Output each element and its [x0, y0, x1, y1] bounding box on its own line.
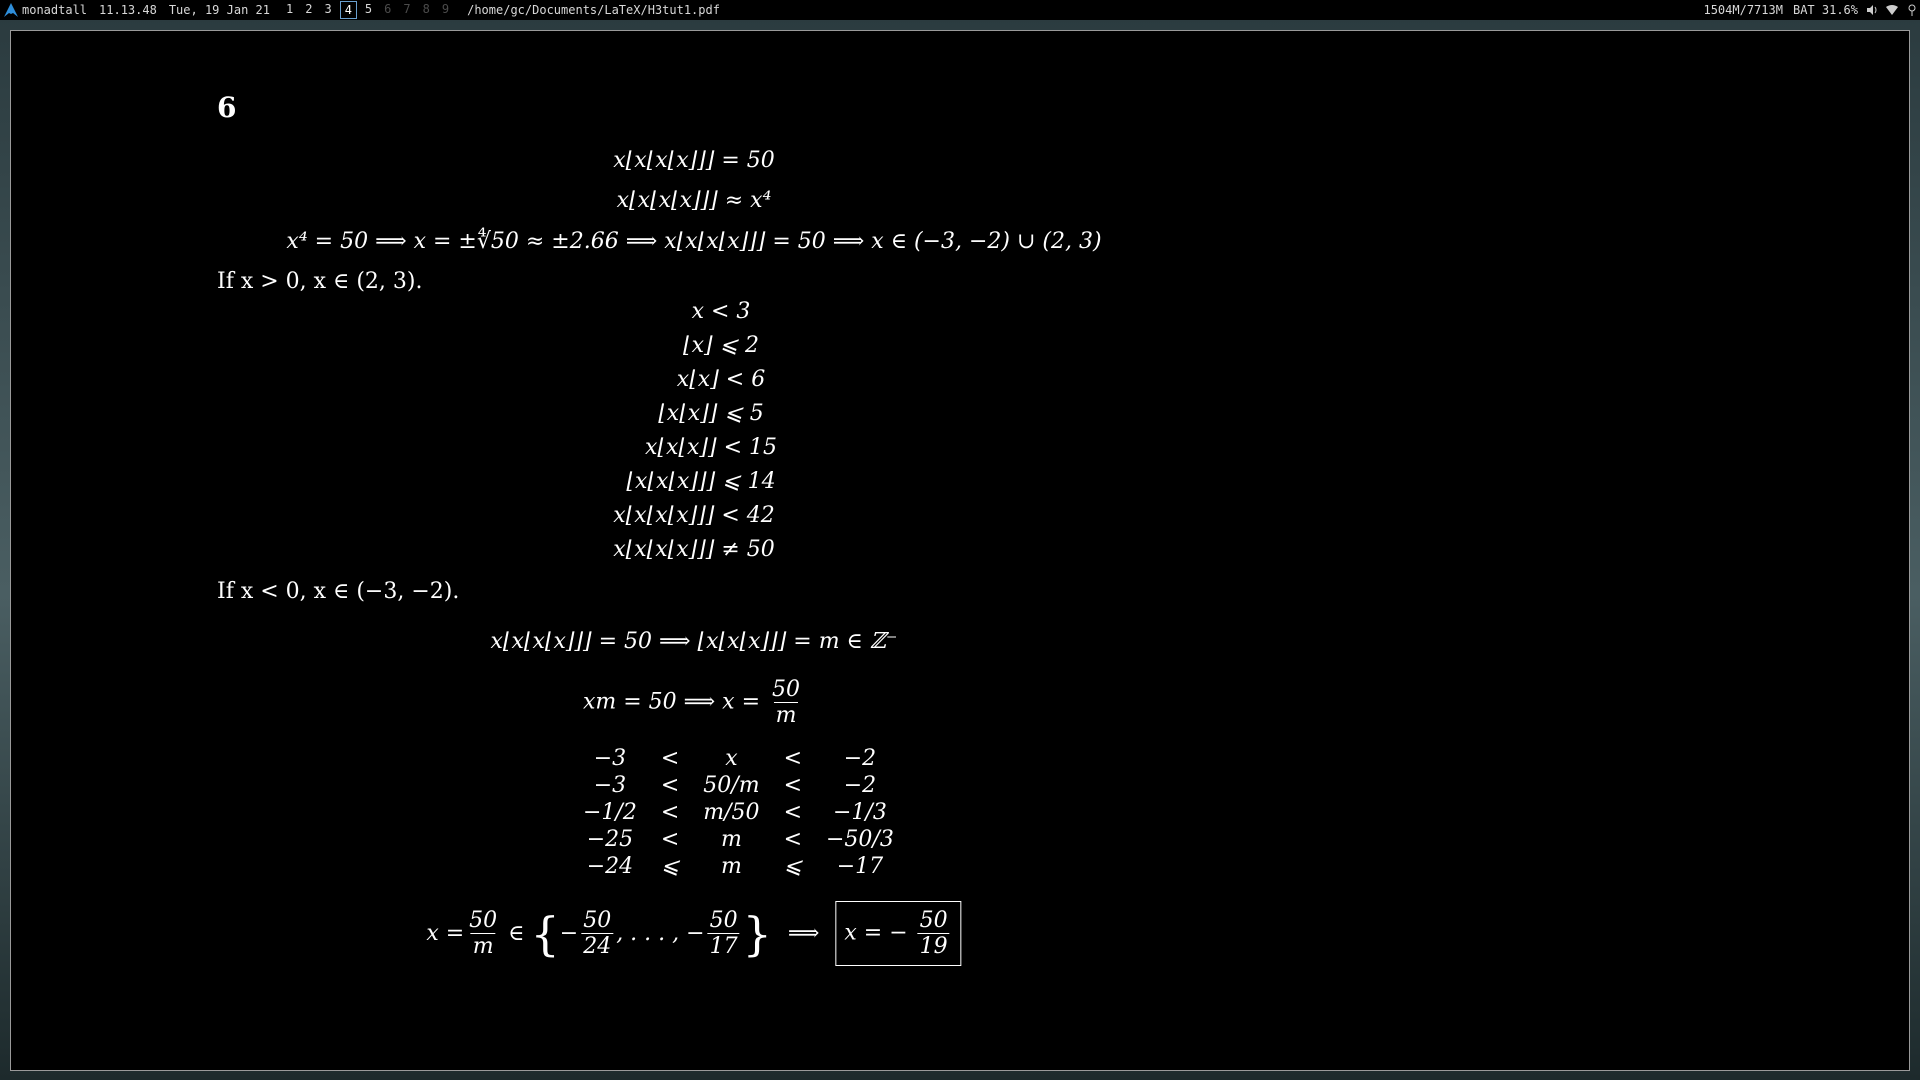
- table-cell: <: [660, 800, 680, 825]
- fraction-50-over-19: 50 19: [917, 908, 950, 959]
- table-cell: m: [720, 827, 742, 852]
- chain-step-1: x < 3: [691, 299, 751, 324]
- table-cell: <: [783, 800, 802, 825]
- window-title: /home/gc/Documents/LaTeX/H3tut1.pdf: [467, 3, 720, 17]
- fraction-50-over-24: 50 24: [581, 908, 614, 959]
- table-cell: −24: [586, 854, 634, 879]
- chain-step-7: x⌊x⌊x⌊x⌋⌋⌋ < 42: [613, 503, 775, 528]
- group-7[interactable]: 7: [399, 1, 414, 17]
- table-cell: −3: [593, 746, 627, 771]
- section-number: 6: [217, 91, 237, 124]
- chain-step-3: x⌊x⌋ < 6: [676, 367, 766, 392]
- fraction-50-over-17: 50 17: [707, 908, 740, 959]
- status-area: 1504M/7713M BAT 31.6%: [1693, 0, 1920, 20]
- chain-step-6: ⌊x⌊x⌊x⌋⌋⌋ ⩽ 14: [626, 469, 776, 494]
- table-cell: −25: [586, 827, 634, 852]
- final-x: x =: [426, 921, 465, 946]
- table-cell: ⩽: [660, 854, 680, 879]
- fraction-50-over-m: 50 m: [467, 908, 499, 959]
- boxed-answer: x = − 50 19: [835, 901, 962, 966]
- table-cell: m/50: [703, 800, 760, 825]
- volume-icon[interactable]: [1866, 4, 1878, 16]
- group-3[interactable]: 3: [320, 1, 335, 17]
- case-negative: If x < 0, x ∈ (−3, −2).: [217, 579, 460, 604]
- fraction-den: m: [470, 933, 496, 959]
- fraction-num: 50: [772, 677, 801, 702]
- group-1[interactable]: 1: [282, 1, 297, 17]
- implies-arrow: ⟹: [787, 921, 820, 946]
- equation-5-left: xm = 50 ⟹ x =: [582, 689, 761, 715]
- layout-name[interactable]: monadtall: [22, 0, 87, 20]
- table-cell: <: [660, 827, 680, 852]
- fraction-50-over-m: 50 m: [770, 677, 802, 728]
- table-row: −24 ⩽ m ⩽ −17: [571, 853, 906, 880]
- pdf-page: 6 x⌊x⌊x⌊x⌋⌋⌋ = 50 x⌊x⌊x⌊x⌋⌋⌋ ≈ x⁴ x⁴ = 5…: [11, 31, 1909, 1070]
- chain-step-4: ⌊x⌊x⌋⌋ ⩽ 5: [658, 401, 764, 426]
- date: Tue, 19 Jan 21: [168, 3, 270, 17]
- table-cell: 50/m: [703, 773, 760, 798]
- group-6[interactable]: 6: [380, 1, 395, 17]
- table-cell: −3: [593, 773, 627, 798]
- table-cell: −50/3: [826, 827, 894, 852]
- fraction-den: m: [773, 702, 799, 728]
- fraction-num: 50: [583, 908, 612, 933]
- pin-icon[interactable]: [1906, 4, 1918, 16]
- pdf-viewer-window[interactable]: 6 x⌊x⌊x⌊x⌋⌋⌋ = 50 x⌊x⌊x⌊x⌋⌋⌋ ≈ x⁴ x⁴ = 5…: [10, 30, 1910, 1071]
- table-cell: <: [660, 773, 680, 798]
- table-cell: −17: [836, 854, 884, 879]
- equation-1: x⌊x⌊x⌊x⌋⌋⌋ = 50: [613, 148, 775, 173]
- table-cell: −2: [843, 773, 877, 798]
- inequality-table: −3 < x < −2 −3 < 50/m < −2 −1/2 < m/50 <…: [571, 745, 906, 880]
- equation-5: xm = 50 ⟹ x = 50 m: [583, 677, 805, 728]
- table-cell: −1/3: [833, 800, 887, 825]
- minus-sign: −: [559, 921, 579, 946]
- answer-left: x = −: [844, 920, 908, 946]
- top-bar: monadtall 11.13.48 Tue, 19 Jan 21 1 2 3 …: [0, 0, 1920, 20]
- table-cell: <: [783, 746, 802, 771]
- table-row: −3 < x < −2: [571, 745, 906, 772]
- table-cell: <: [783, 773, 802, 798]
- chain-step-2: ⌊x⌋ ⩽ 2: [683, 333, 759, 358]
- set-open-brace: {: [530, 906, 560, 961]
- element-of: ∈: [508, 921, 525, 946]
- equation-2: x⌊x⌊x⌊x⌋⌋⌋ ≈ x⁴: [616, 188, 772, 213]
- clock: 11.13.48: [99, 3, 157, 17]
- equation-4: x⌊x⌊x⌊x⌋⌋⌋ = 50 ⟹ ⌊x⌊x⌊x⌋⌋⌋ = m ∈ ℤ⁻: [490, 629, 898, 654]
- fraction-den: 19: [917, 933, 950, 959]
- chain-step-5: x⌊x⌊x⌋⌋ < 15: [645, 435, 777, 460]
- table-cell: ⩽: [783, 854, 802, 879]
- set-close-brace: }: [742, 906, 772, 961]
- wifi-icon[interactable]: [1886, 4, 1898, 16]
- battery-status: BAT 31.6%: [1792, 3, 1858, 17]
- group-4[interactable]: 4: [339, 1, 357, 19]
- fraction-den: 24: [581, 933, 614, 959]
- group-5[interactable]: 5: [361, 1, 376, 17]
- memory-usage: 1504M/7713M: [1703, 3, 1783, 17]
- table-row: −25 < m < −50/3: [571, 826, 906, 853]
- final-equation: x = 50 m ∈ { − 50 24 , . . . , − 50 17 }…: [426, 901, 962, 966]
- table-cell: <: [783, 827, 802, 852]
- fraction-num: 50: [919, 908, 948, 933]
- table-cell: <: [660, 746, 680, 771]
- table-row: −3 < 50/m < −2: [571, 772, 906, 799]
- case-positive: If x > 0, x ∈ (2, 3).: [217, 269, 423, 294]
- table-cell: m: [720, 854, 742, 879]
- group-9[interactable]: 9: [438, 1, 453, 17]
- table-cell: x: [725, 746, 738, 771]
- group-2[interactable]: 2: [301, 1, 316, 17]
- table-cell: −1/2: [583, 800, 637, 825]
- table-row: −1/2 < m/50 < −1/3: [571, 799, 906, 826]
- chain-step-8: x⌊x⌊x⌊x⌋⌋⌋ ≠ 50: [613, 537, 775, 562]
- group-8[interactable]: 8: [419, 1, 434, 17]
- table-cell: −2: [843, 746, 877, 771]
- workspace-groups: 1 2 3 4 5 6 7 8 9: [282, 1, 457, 19]
- fraction-den: 17: [707, 933, 740, 959]
- ellipsis: , . . . , −: [616, 921, 705, 946]
- fraction-num: 50: [469, 908, 498, 933]
- fraction-num: 50: [709, 908, 738, 933]
- equation-3: x⁴ = 50 ⟹ x = ±∜50 ≈ ±2.66 ⟹ x⌊x⌊x⌊x⌋⌋⌋ …: [286, 229, 1102, 254]
- arch-logo-icon[interactable]: [4, 3, 18, 17]
